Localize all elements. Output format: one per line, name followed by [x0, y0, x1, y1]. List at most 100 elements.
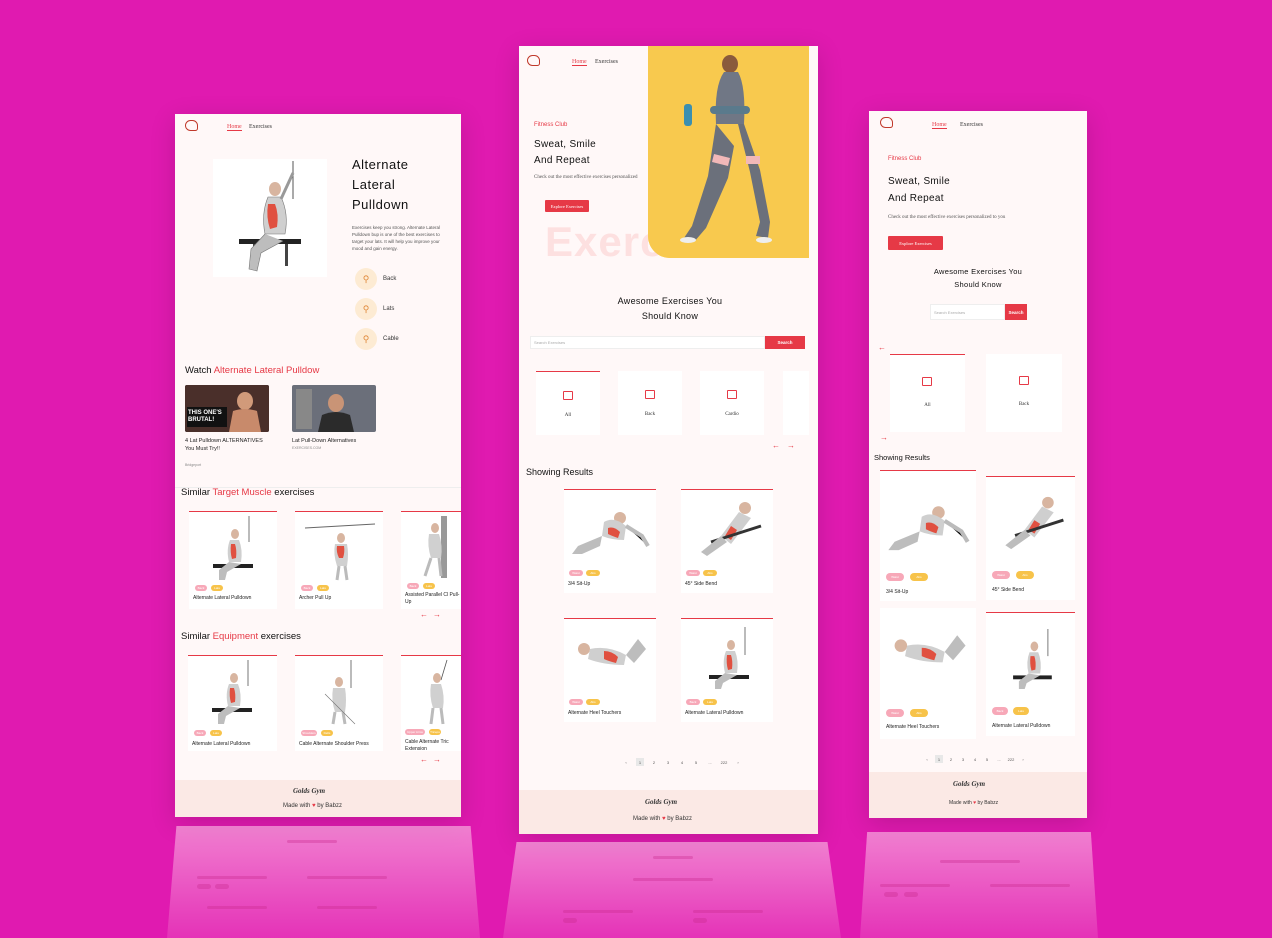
pagination-page[interactable]: 222 [1007, 755, 1015, 763]
exercise-card-name: Alternate Lateral Pulldown [992, 723, 1051, 729]
exercise-card[interactable]: Waist Abs 3/4 Sit-Up [564, 489, 656, 593]
body-part-card-all[interactable]: All [536, 371, 600, 435]
exercise-card[interactable]: Waist Abs Alternate Heel Touchers [564, 618, 656, 722]
watch-heading: Watch Alternate Lateral Pulldow [185, 365, 319, 376]
tag-pill: Back [301, 585, 313, 591]
reflection-shape [904, 892, 918, 897]
equipment-icon: ⚲ [355, 328, 377, 350]
pagination-page[interactable]: 5 [692, 758, 700, 766]
made-with-prefix: Made with [283, 803, 311, 809]
video-title-1[interactable]: 4 Lat Pulldown ALTERNATIVES You Must Try… [185, 437, 269, 453]
heart-icon: ♥ [973, 800, 977, 806]
explore-exercises-button[interactable]: Explore Exercises [888, 236, 943, 250]
made-with-prefix: Made with [949, 800, 972, 806]
pagination-prev[interactable]: ‹ [923, 755, 931, 763]
made-with-text: Made with ♥ by Babzz [283, 803, 342, 809]
nav-home-link[interactable]: Home [932, 122, 947, 129]
tag-pill: Lats [210, 730, 222, 736]
pagination-page[interactable]: 4 [678, 758, 686, 766]
search-input[interactable]: Search Exercises [530, 336, 765, 349]
showing-results-heading: Showing Results [526, 467, 594, 477]
video-title-2[interactable]: Lat Pull-Down Alternatives [292, 437, 376, 445]
body-part-card-partial[interactable] [783, 371, 809, 435]
tag-pill: Delts [321, 730, 333, 736]
similar-equipment-suffix: exercises [260, 631, 301, 642]
pagination-page[interactable]: 2 [947, 755, 955, 763]
exercise-card[interactable]: Back Lats Archer Pull Up [295, 511, 383, 609]
pagination-page[interactable]: 222 [720, 758, 728, 766]
reflection-shape [653, 856, 693, 859]
home-screen: Home Exercises Exercise Fitness Club Swe… [519, 46, 818, 834]
exercise-card[interactable]: Shoulders Delts Cable Alternate Shoulder… [295, 655, 383, 751]
body-part-card-all[interactable]: All [890, 354, 965, 432]
scroll-left-arrow-icon[interactable]: ← [420, 610, 428, 619]
pagination-prev[interactable]: ‹ [622, 758, 630, 766]
exercise-card[interactable]: Waist Abs 45° Side Bend [681, 489, 773, 593]
exercise-card[interactable]: Back Lats Alternate Lateral Pulldown [189, 511, 277, 609]
exercise-card[interactable]: Back Lats Alternate Lateral Pulldown [188, 655, 277, 751]
body-part-label: All [924, 403, 931, 408]
scroll-left-arrow-icon[interactable]: ← [772, 441, 780, 450]
video-thumbnail-1[interactable]: THIS ONE'S BRUTAL! [185, 385, 269, 432]
pagination-next[interactable]: › [1019, 755, 1027, 763]
pagination-page[interactable]: 3 [959, 755, 967, 763]
exercise-card-name: Alternate Lateral Pulldown [192, 741, 251, 747]
nav-home-link[interactable]: Home [227, 124, 242, 131]
nav-exercises-link[interactable]: Exercises [595, 59, 618, 65]
explore-exercises-button[interactable]: Explore Exercises [545, 200, 589, 212]
pagination-page[interactable]: 2 [650, 758, 658, 766]
hero-title-line2: And Repeat [534, 155, 590, 166]
exercise-card[interactable]: Back Lats Alternate Lateral Pulldown [986, 612, 1075, 736]
pagination-page[interactable]: 1 [636, 758, 644, 766]
scroll-left-arrow-icon[interactable]: ← [878, 343, 886, 352]
hero-banner-image [648, 46, 809, 258]
tag-pill: Back [194, 730, 206, 736]
pagination: ‹ 1 2 3 4 5 ... 222 › [622, 758, 742, 766]
reflection-shape [307, 876, 387, 879]
body-part-card-back[interactable]: Back [986, 354, 1062, 432]
search-button[interactable]: Search [1005, 304, 1027, 320]
exercise-card[interactable]: Waist Abs Alternate Heel Touchers [880, 608, 976, 739]
pagination-page[interactable]: 1 [935, 755, 943, 763]
video-thumbnail-2[interactable] [292, 385, 376, 432]
nav-exercises-link[interactable]: Exercises [960, 122, 983, 128]
tag-pill: Triceps [429, 729, 441, 735]
similar-equipment-prefix: Similar [181, 631, 211, 642]
pagination-page[interactable]: 3 [664, 758, 672, 766]
exercise-card[interactable]: Waist Abs 45° Side Bend [986, 476, 1075, 600]
scroll-right-arrow-icon[interactable]: → [880, 433, 888, 442]
scroll-right-arrow-icon[interactable]: → [787, 441, 795, 450]
body-part-card-cardio[interactable]: Cardio [700, 371, 764, 435]
similar-equipment-highlight: Equipment [212, 631, 259, 642]
nav-home-link[interactable]: Home [572, 59, 587, 66]
tag-pill: Waist [686, 570, 700, 576]
scroll-left-arrow-icon[interactable]: ← [420, 755, 428, 764]
scroll-right-arrow-icon[interactable]: → [433, 610, 441, 619]
pagination-page[interactable]: 4 [971, 755, 979, 763]
tag-equipment-label: Cable [383, 336, 399, 342]
awesome-heading-line2: Should Know [954, 280, 1002, 289]
exercise-card[interactable]: Back Lats Alternate Lateral Pulldown [681, 618, 773, 722]
pagination-page[interactable]: 5 [983, 755, 991, 763]
body-part-label: All [564, 413, 572, 418]
tag-pill: Back [195, 585, 207, 591]
exercise-card[interactable]: Waist Abs 3/4 Sit-Up [880, 470, 976, 601]
search-input[interactable]: Search Exercises [930, 304, 1005, 320]
search-button[interactable]: Search [765, 336, 805, 349]
pagination-next[interactable]: › [734, 758, 742, 766]
exercise-card[interactable]: Back Lats Assisted Parallel Cl Pull-Up [401, 511, 461, 609]
nav-exercises-link[interactable]: Exercises [249, 124, 272, 130]
exercise-card-name: Assisted Parallel Cl Pull-Up [405, 592, 460, 605]
reflection-shape [287, 840, 337, 843]
awesome-heading-line2: Should Know [641, 311, 699, 321]
body-part-card-back[interactable]: Back [618, 371, 682, 435]
tag-pill: Lats [1013, 707, 1029, 715]
gym-logo-icon[interactable] [185, 120, 198, 131]
exercise-card[interactable]: Upper Arms Triceps Cable Alternate Tric … [401, 655, 461, 752]
reflection-shape [940, 860, 1020, 863]
gym-logo-icon[interactable] [880, 117, 893, 128]
gym-logo-icon[interactable] [527, 55, 540, 66]
exercise-card-name: Cable Alternate Tric Extension [405, 739, 449, 752]
scroll-right-arrow-icon[interactable]: → [433, 755, 441, 764]
hero-title-line1: Sweat, Smile [888, 176, 950, 187]
